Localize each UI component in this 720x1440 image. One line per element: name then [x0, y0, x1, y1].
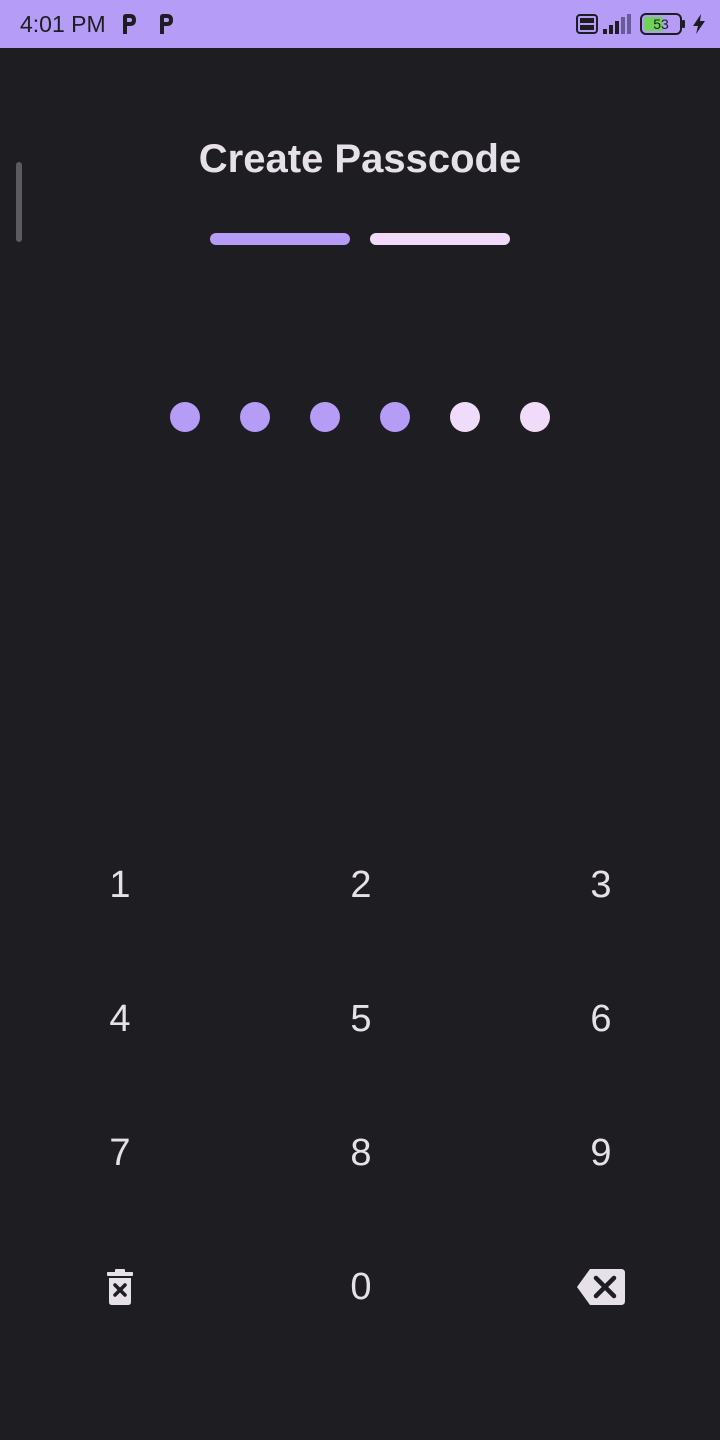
page-title: Create Passcode [198, 137, 522, 181]
key-0[interactable]: 0 [261, 1232, 461, 1342]
key-4[interactable]: 4 [20, 964, 220, 1074]
key-2-label: 2 [350, 863, 372, 906]
charging-icon [693, 14, 705, 34]
key-9-label: 9 [590, 1131, 612, 1174]
key-3-label: 3 [590, 863, 612, 906]
key-2[interactable]: 2 [261, 830, 461, 940]
backspace-icon [577, 1269, 625, 1305]
p-app-icon [123, 14, 136, 34]
key-4-label: 4 [109, 997, 131, 1040]
status-time: 4:01 PM [20, 11, 106, 37]
clear-icon [107, 1269, 133, 1305]
key-6-label: 6 [590, 997, 612, 1040]
volte-icon [576, 14, 598, 34]
p-app-icon [160, 14, 173, 34]
passcode-dot-6 [520, 402, 550, 432]
key-7[interactable]: 7 [20, 1098, 220, 1208]
clear-button[interactable] [20, 1232, 220, 1342]
step-indicator-2 [370, 233, 510, 245]
key-5[interactable]: 5 [261, 964, 461, 1074]
signal-icon [603, 14, 631, 34]
key-0-label: 0 [350, 1265, 372, 1308]
key-1-label: 1 [109, 863, 131, 906]
passcode-dot-3 [310, 402, 340, 432]
key-3[interactable]: 3 [501, 830, 701, 940]
key-9[interactable]: 9 [501, 1098, 701, 1208]
key-1[interactable]: 1 [20, 830, 220, 940]
passcode-dot-5 [450, 402, 480, 432]
step-indicator-1 [210, 233, 350, 245]
backspace-button[interactable] [501, 1232, 701, 1342]
key-8-label: 8 [350, 1131, 372, 1174]
key-8[interactable]: 8 [261, 1098, 461, 1208]
passcode-dot-2 [240, 402, 270, 432]
status-bar: 4:01 PM 53 [0, 0, 720, 48]
passcode-dot-1 [170, 402, 200, 432]
key-6[interactable]: 6 [501, 964, 701, 1074]
passcode-dot-4 [380, 402, 410, 432]
key-5-label: 5 [350, 997, 372, 1040]
battery-level: 53 [653, 16, 669, 32]
key-7-label: 7 [109, 1131, 131, 1174]
